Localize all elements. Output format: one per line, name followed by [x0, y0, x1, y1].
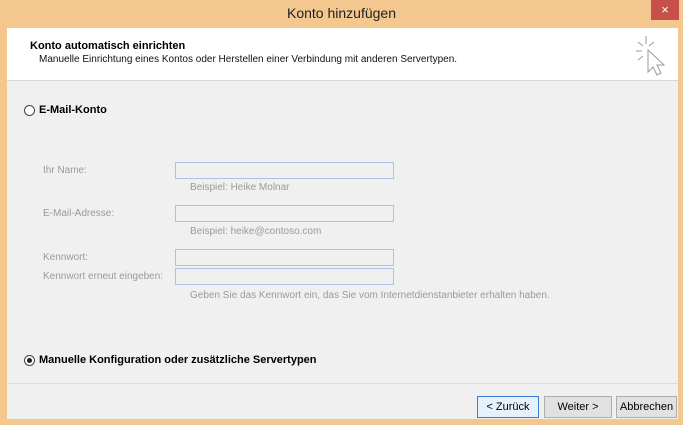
- email-input[interactable]: [175, 205, 394, 222]
- back-button[interactable]: < Zurück: [477, 396, 539, 418]
- title-bar[interactable]: Konto hinzufügen ×: [0, 0, 683, 28]
- password-hint: Geben Sie das Kennwort ein, das Sie vom …: [190, 290, 550, 301]
- manual-config-label: Manuelle Konfiguration oder zusätzliche …: [39, 354, 317, 366]
- header-title: Konto automatisch einrichten: [30, 40, 186, 52]
- name-hint: Beispiel: Heike Molnar: [190, 182, 290, 193]
- manual-config-option[interactable]: Manuelle Konfiguration oder zusätzliche …: [24, 354, 317, 366]
- footer-divider: [7, 383, 678, 384]
- wizard-header: Konto automatisch einrichten Manuelle Ei…: [7, 28, 678, 81]
- manual-config-radio[interactable]: [24, 354, 35, 366]
- close-icon: ×: [661, 2, 669, 17]
- password-label: Kennwort:: [43, 252, 89, 263]
- email-label: E-Mail-Adresse:: [43, 208, 115, 219]
- close-button[interactable]: ×: [651, 0, 679, 20]
- email-account-radio[interactable]: [24, 104, 35, 116]
- cancel-button[interactable]: Abbrechen: [616, 396, 677, 418]
- email-account-option[interactable]: E-Mail-Konto: [24, 104, 107, 116]
- email-account-label: E-Mail-Konto: [39, 104, 107, 116]
- password-confirm-input[interactable]: [175, 268, 394, 285]
- password-input[interactable]: [175, 249, 394, 266]
- dialog-content: Konto automatisch einrichten Manuelle Ei…: [7, 28, 678, 419]
- dialog-window: Konto hinzufügen × Konto automatisch ein…: [0, 0, 683, 425]
- cursor-sparkle-icon: [636, 36, 666, 76]
- header-subtitle: Manuelle Einrichtung eines Kontos oder H…: [39, 54, 458, 65]
- window-title: Konto hinzufügen: [287, 5, 396, 21]
- next-button[interactable]: Weiter >: [544, 396, 612, 418]
- password-confirm-label: Kennwort erneut eingeben:: [43, 271, 164, 282]
- name-input[interactable]: [175, 162, 394, 179]
- email-hint: Beispiel: heike@contoso.com: [190, 226, 322, 237]
- name-label: Ihr Name:: [43, 165, 87, 176]
